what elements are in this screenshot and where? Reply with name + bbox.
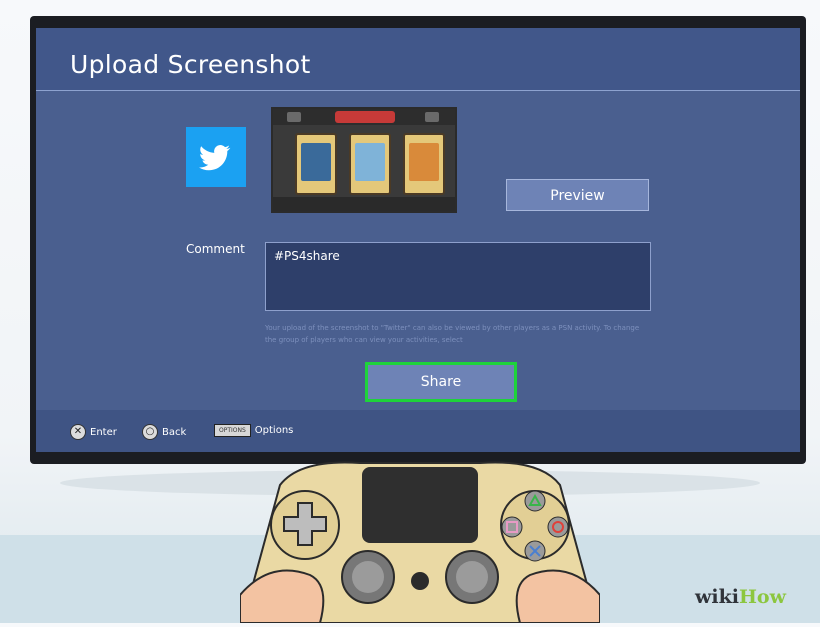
preview-button[interactable]: Preview: [506, 179, 649, 211]
cross-button-icon: ✕: [70, 424, 86, 440]
comment-label: Comment: [186, 242, 245, 256]
options-key-icon: OPTIONS: [214, 424, 251, 437]
thumbnail-footer: [273, 197, 455, 211]
card-art: [301, 143, 331, 181]
thumbnail-banner: [335, 111, 395, 123]
privacy-notice: Your upload of the screenshot to "Twitte…: [265, 324, 640, 344]
card-art: [355, 143, 385, 181]
game-controller: [239, 445, 601, 624]
enter-label: Enter: [90, 426, 117, 438]
twitter-bird-icon: [186, 127, 246, 187]
thumbnail-button: [425, 112, 439, 122]
enter-hint: ✕ Enter: [70, 424, 117, 440]
game-card: [349, 133, 391, 195]
wikihow-logo: wikiHow: [695, 586, 786, 608]
back-hint: ○ Back: [142, 424, 186, 440]
header-divider: [36, 90, 800, 91]
page-title: Upload Screenshot: [70, 50, 311, 79]
upload-screenshot-screen: Upload Screenshot Preview Comment #PS4sh…: [36, 28, 800, 452]
game-card: [295, 133, 337, 195]
comment-field[interactable]: #PS4share: [265, 242, 651, 311]
share-button[interactable]: Share: [365, 362, 517, 402]
back-label: Back: [162, 426, 187, 438]
card-art: [409, 143, 439, 181]
game-card: [403, 133, 445, 195]
circle-button-icon: ○: [142, 424, 158, 440]
logo-how: How: [738, 586, 786, 608]
thumbnail-button: [287, 112, 301, 122]
options-hint: OPTIONS Options: [214, 424, 293, 437]
logo-wiki: wiki: [695, 586, 739, 608]
options-label: Options: [254, 425, 294, 436]
screenshot-thumbnail: [271, 107, 457, 213]
